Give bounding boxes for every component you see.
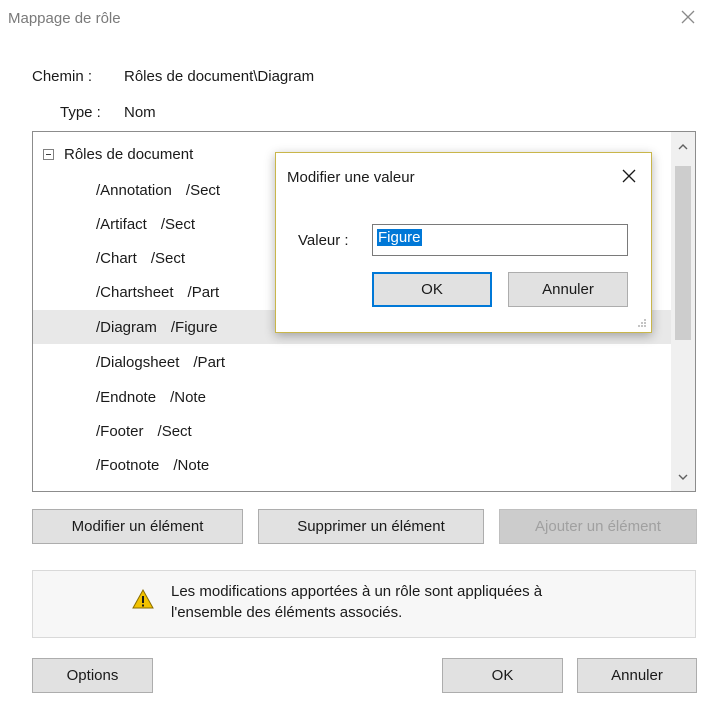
dialog-ok-button[interactable]: OK (372, 272, 492, 307)
role-name: /Footnote (96, 456, 160, 474)
role-mapping: /Part (193, 353, 226, 371)
delete-item-button[interactable]: Supprimer un élément (258, 509, 484, 544)
tree-row[interactable]: /Footer /Sect (33, 414, 671, 448)
note-text: Les modifications apportées à un rôle so… (171, 581, 542, 623)
role-mapping: /Sect (160, 215, 196, 233)
dialog-cancel-button[interactable]: Annuler (508, 272, 628, 307)
dialog-close-icon[interactable] (619, 166, 639, 186)
role-name: /Chart (96, 249, 137, 267)
collapse-icon[interactable] (43, 149, 54, 160)
warning-icon (132, 589, 154, 609)
tree-root-label: Rôles de document (64, 146, 194, 163)
role-name: /Endnote (96, 388, 157, 406)
role-name: /Dialogsheet (96, 353, 180, 371)
value-label: Valeur : (298, 232, 349, 249)
vertical-scrollbar[interactable] (671, 132, 695, 491)
role-mapping: /Note (170, 388, 206, 406)
ok-button[interactable]: OK (442, 658, 563, 693)
role-mapping: /Sect (150, 249, 186, 267)
tree-row[interactable]: /Footnote /Note (33, 448, 671, 482)
close-icon[interactable] (677, 6, 699, 28)
role-mapping: /Sect (157, 422, 192, 440)
resize-grip-icon[interactable] (637, 318, 647, 328)
window-title: Mappage de rôle (8, 10, 121, 27)
tree-root[interactable]: Rôles de document (43, 146, 193, 163)
type-value: Nom (124, 104, 156, 121)
type-label: Type : (60, 104, 101, 121)
scroll-up-icon[interactable] (671, 134, 695, 158)
role-name: /Diagram (96, 318, 157, 336)
path-label: Chemin : (32, 68, 93, 85)
role-name: /Artifact (96, 215, 147, 233)
dialog-title: Modifier une valeur (287, 169, 415, 186)
role-name: /Chartsheet (96, 283, 174, 301)
scrollbar-thumb[interactable] (675, 166, 691, 340)
role-mapping: /Figure (170, 318, 218, 336)
role-name: /Footer (96, 422, 144, 440)
path-value: Rôles de document\Diagram (124, 68, 315, 85)
edit-value-dialog[interactable]: Modifier une valeur Valeur : Figure OK A… (275, 152, 652, 333)
tree-row[interactable]: /Dialogsheet /Part (33, 345, 671, 379)
role-name: /Annotation (96, 181, 172, 199)
value-input-text: Figure (377, 229, 422, 246)
options-button[interactable]: Options (32, 658, 153, 693)
role-mapping: /Part (187, 283, 220, 301)
cancel-button[interactable]: Annuler (577, 658, 697, 693)
info-note: Les modifications apportées à un rôle so… (32, 570, 696, 638)
note-line-2: l'ensemble des éléments associés. (171, 604, 403, 621)
value-input[interactable]: Figure (372, 224, 628, 256)
scroll-down-icon[interactable] (671, 465, 695, 489)
edit-item-button[interactable]: Modifier un élément (32, 509, 243, 544)
note-line-1: Les modifications apportées à un rôle so… (171, 583, 543, 600)
role-mapping: /Note (173, 456, 210, 474)
role-mapping: /Sect (185, 181, 221, 199)
add-item-button[interactable]: Ajouter un élément (499, 509, 697, 544)
tree-row[interactable]: /Endnote /Note (33, 380, 671, 414)
